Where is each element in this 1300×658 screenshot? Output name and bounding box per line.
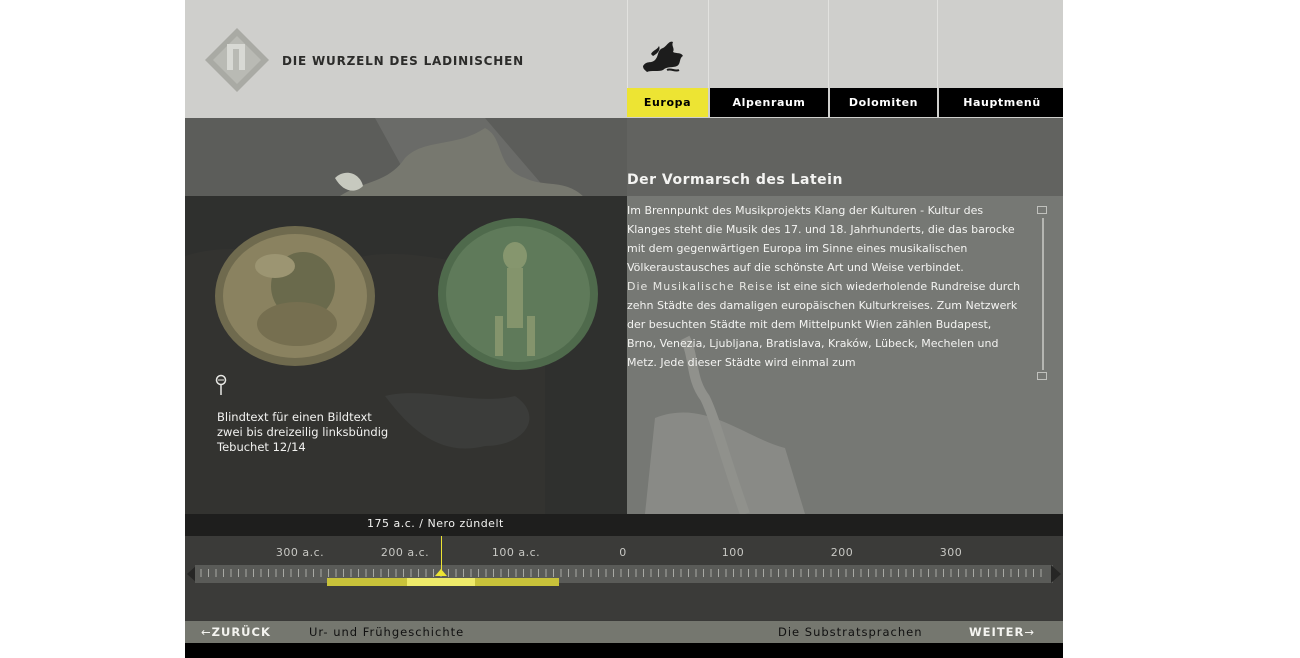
article-highlight: Die Musikalische Reise — [627, 280, 774, 293]
header-column-divider — [708, 0, 709, 88]
article-scrollbar[interactable] — [1036, 206, 1050, 382]
tab-hauptmenue[interactable]: Hauptmenü — [937, 88, 1063, 117]
footer-bottom-bar — [185, 643, 1063, 658]
scroll-down-handle[interactable] — [1037, 372, 1047, 380]
arrow-right-icon: → — [1024, 625, 1036, 639]
timeline-year: 200 — [830, 546, 854, 559]
main-nav: Europa Alpenraum Dolomiten Hauptmenü — [627, 88, 1063, 117]
header-column-divider — [937, 0, 938, 88]
back-button-label: ZURÜCK — [211, 625, 271, 639]
timeline-right-arrow-icon[interactable] — [1051, 565, 1061, 583]
prev-section-link[interactable]: Ur- und Frühgeschichte — [309, 621, 464, 643]
brand-title: DIE WURZELN DES LADINISCHEN — [282, 54, 524, 68]
timeline-year: 100 — [721, 546, 745, 559]
coin-image-panel — [185, 196, 627, 514]
scroll-up-handle[interactable] — [1037, 206, 1047, 214]
timeline-marker-handle-icon[interactable] — [435, 569, 447, 576]
tab-dolomiten[interactable]: Dolomiten — [828, 88, 937, 117]
footer-nav: ←ZURÜCK Ur- und Frühgeschichte Die Subst… — [185, 621, 1063, 643]
article-body: Im Brennpunkt des Musikprojekts Klang de… — [627, 201, 1022, 372]
tab-europa[interactable]: Europa — [627, 88, 708, 117]
coin-reverse-image — [438, 218, 598, 370]
timeline-year: 100 a.c. — [491, 546, 541, 559]
article-paragraph: Die Musikalische Reise ist eine sich wie… — [627, 277, 1022, 372]
header-column-divider — [828, 0, 829, 88]
caption-line: Blindtext für einen Bildtext — [217, 410, 372, 424]
header: DIE WURZELN DES LADINISCHEN Europa Alpen… — [185, 0, 1063, 118]
next-button[interactable]: WEITER→ — [969, 621, 1035, 643]
heraldic-emblem-icon — [637, 36, 689, 76]
timeline-label-bar — [185, 514, 1063, 536]
timeline-year: 300 a.c. — [275, 546, 325, 559]
timeline-year: 300 — [939, 546, 963, 559]
timeline-ruler[interactable] — [195, 565, 1053, 583]
scroll-track[interactable] — [1042, 218, 1044, 370]
caption-line: zwei bis dreizeilig linksbündig — [217, 425, 389, 439]
timeline-year: 0 — [619, 546, 627, 559]
app-window: DIE WURZELN DES LADINISCHEN Europa Alpen… — [185, 0, 1063, 658]
image-caption: Blindtext für einen Bildtext zwei bis dr… — [217, 410, 447, 455]
back-button[interactable]: ←ZURÜCK — [201, 621, 271, 643]
timeline-ticks — [200, 569, 1042, 577]
article-paragraph: Im Brennpunkt des Musikprojekts Klang de… — [627, 204, 1015, 274]
timeline-active-range[interactable] — [407, 578, 475, 586]
caption-line: Tebuchet 12/14 — [217, 440, 306, 454]
article-paragraph-text: ist eine sich wiederholende Rundreise du… — [627, 280, 1021, 369]
article-title: Der Vormarsch des Latein — [627, 172, 843, 188]
pin-icon — [215, 374, 227, 396]
next-section-link[interactable]: Die Substratsprachen — [778, 621, 923, 643]
header-column-divider — [627, 0, 628, 88]
ladin-logo-icon[interactable] — [205, 28, 269, 92]
timeline-current-label: 175 a.c. / Nero zündelt — [367, 517, 504, 530]
tab-alpenraum[interactable]: Alpenraum — [708, 88, 828, 117]
next-button-label: WEITER — [969, 625, 1025, 639]
timeline[interactable]: 300 a.c. 200 a.c. 100 a.c. 0 100 200 300 — [185, 536, 1063, 620]
coin-obverse-image — [215, 226, 375, 366]
timeline-year: 200 a.c. — [380, 546, 430, 559]
arrow-left-icon: ← — [201, 625, 212, 639]
